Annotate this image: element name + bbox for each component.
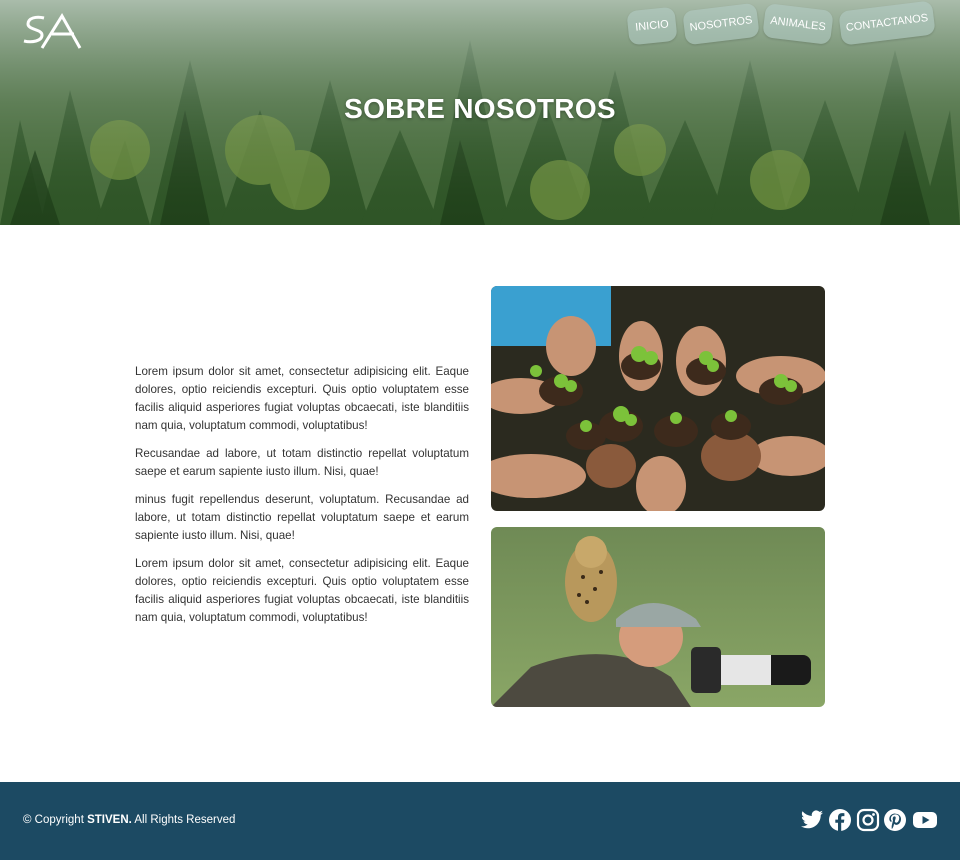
- facebook-icon[interactable]: [828, 808, 852, 832]
- hero-banner: SOBRE NOSOTROS INICIO NOSOTROS ANIMALES …: [0, 0, 960, 225]
- copyright-suffix: All Rights Reserved: [131, 814, 236, 826]
- site-footer: © Copyright STIVEN. All Rights Reserved: [0, 782, 960, 860]
- nav-inicio-button[interactable]: INICIO: [626, 6, 678, 46]
- about-text: Lorem ipsum dolor sit amet, consectetur …: [135, 363, 469, 637]
- youtube-icon[interactable]: [912, 808, 938, 832]
- copyright-prefix: © Copyright: [23, 814, 88, 826]
- paragraph-4: Lorem ipsum dolor sit amet, consectetur …: [135, 557, 469, 624]
- pinterest-icon[interactable]: [883, 808, 907, 832]
- photographer-with-cheetah-photo: [491, 527, 825, 707]
- copyright-brand: STIVEN.: [87, 814, 132, 826]
- twitter-icon[interactable]: [800, 808, 824, 832]
- copyright-text: © Copyright STIVEN. All Rights Reserved: [23, 814, 235, 826]
- instagram-icon[interactable]: [856, 808, 880, 832]
- paragraph-2: Recusandae ad labore, ut totam distincti…: [135, 447, 469, 478]
- site-logo[interactable]: [22, 12, 84, 50]
- page-title: SOBRE NOSOTROS: [344, 93, 616, 124]
- paragraph-1: Lorem ipsum dolor sit amet, consectetur …: [135, 365, 469, 432]
- paragraph-3: minus fugit repellendus deserunt, volupt…: [135, 493, 469, 542]
- hands-with-seedlings-photo: [491, 286, 825, 511]
